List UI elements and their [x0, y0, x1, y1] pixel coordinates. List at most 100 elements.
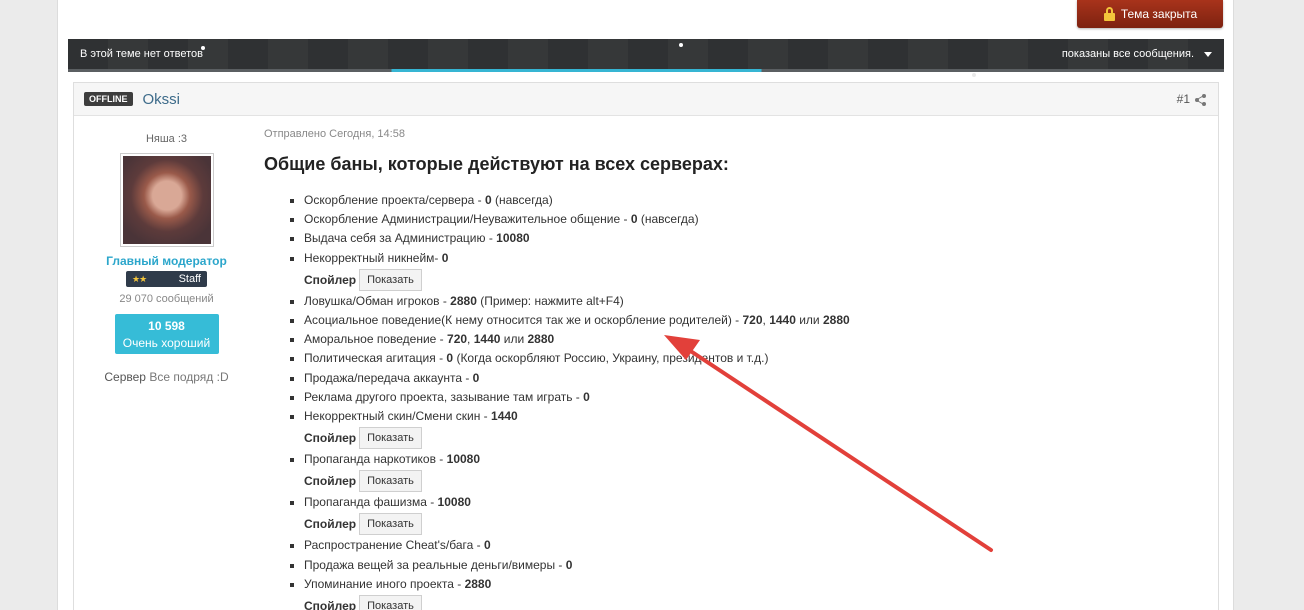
spoiler-label: Спойлер	[304, 474, 357, 489]
avatar-image	[122, 156, 211, 244]
ban-duration: 0	[583, 389, 590, 404]
ban-text: Распространение Cheat's/бага -	[304, 538, 484, 553]
author-name-link[interactable]: Okssi	[143, 91, 181, 108]
reputation-box: 10 598 Очень хороший	[114, 314, 219, 354]
ban-list-item: Упоминание иного проекта - 2880	[288, 575, 1204, 594]
spoiler-show-button[interactable]: Показать	[359, 427, 422, 450]
ban-list-item: Выдача себя за Администрацию - 10080	[288, 229, 1204, 248]
spoiler: Спойлер Показать	[288, 426, 1204, 450]
status-badge: OFFLINE	[84, 92, 133, 106]
ban-text: Ловушка/Обман игроков -	[304, 293, 451, 308]
ban-duration: 0	[472, 370, 480, 385]
ban-list-item: Оскорбление Администрации/Неуважительное…	[288, 210, 1204, 229]
ban-text: Оскорбление Администрации/Неуважительное…	[304, 212, 631, 227]
group-label: Staff	[178, 273, 201, 285]
ban-duration: 0	[483, 538, 491, 553]
ban-list-item: Оскорбление проекта/сервера - 0 (навсегд…	[288, 191, 1204, 210]
spoiler-label: Спойлер	[304, 517, 357, 532]
post-number[interactable]: #1	[1177, 92, 1206, 106]
post-count: 29 070 сообщений	[119, 293, 214, 305]
topic-closed-label: Тема закрыта	[1120, 7, 1198, 21]
ban-duration: 0	[565, 557, 573, 572]
server-label: Сервер	[104, 370, 146, 384]
ban-duration: 1440	[491, 408, 518, 423]
author-title: Няша :3	[145, 133, 188, 145]
ban-text: (Пример: нажмите alt+F4)	[476, 293, 624, 308]
ban-list-item: Аморальное поведение - 720, 1440 или 288…	[288, 330, 1204, 349]
ban-text: (навсегда)	[637, 212, 699, 227]
caret-down-icon	[1204, 51, 1212, 57]
post-filter-label: показаны все сообщения.	[1061, 48, 1194, 60]
ban-text: Некорректный скин/Смени скин -	[304, 408, 492, 423]
ban-duration: 2880	[464, 576, 492, 591]
server-info: Сервер Все подряд :D	[74, 370, 259, 384]
ban-text: Некорректный никнейм-	[304, 250, 442, 265]
ban-list-item: Реклама другого проекта, зазывание там и…	[288, 388, 1204, 407]
share-icon[interactable]	[1195, 93, 1206, 106]
ban-text: или	[500, 332, 528, 347]
star-icon: ★★	[132, 273, 147, 284]
ban-duration: 2880	[450, 293, 477, 308]
ban-list-item: Политическая агитация - 0 (Когда оскорбл…	[288, 349, 1204, 368]
topic-bar-accent-line	[68, 69, 1224, 72]
ban-duration: 720	[742, 312, 763, 327]
spoiler-label: Спойлер	[304, 272, 357, 287]
ban-duration: 1440	[769, 312, 796, 327]
author-info: Няша :3 Главный модератор ★★ Staff 29 07…	[74, 117, 259, 384]
ban-duration: 0	[441, 250, 449, 265]
ban-duration: 720	[447, 332, 468, 347]
ban-text: (навсегда)	[491, 193, 553, 207]
ban-text: Пропаганда наркотиков -	[304, 452, 447, 467]
ban-text: Асоциальное поведение(К нему относится т…	[304, 312, 743, 327]
ban-text: Продажа вещей за реальные деньги/вимеры …	[304, 557, 566, 572]
ban-text: Политическая агитация -	[304, 351, 447, 366]
ban-list-item: Асоциальное поведение(К нему относится т…	[288, 311, 1204, 330]
ban-text: Выдача себя за Администрацию -	[304, 231, 497, 246]
ban-duration: 10080	[446, 452, 481, 467]
decor-dot	[972, 73, 976, 77]
lock-icon	[1103, 7, 1116, 21]
spoiler: Спойлер Показать	[288, 512, 1204, 536]
ban-text: Реклама другого проекта, зазывание там и…	[304, 389, 584, 404]
avatar[interactable]	[119, 153, 214, 247]
spoiler-show-button[interactable]: Показать	[359, 595, 422, 610]
ban-list-item: Ловушка/Обман игроков - 2880 (Пример: на…	[288, 292, 1204, 311]
post-content: Отправлено Сегодня, 14:58 Общие баны, ко…	[264, 128, 1204, 610]
no-replies-text: В этой теме нет ответов	[80, 48, 203, 60]
post-heading: Общие баны, которые действуют на всех се…	[264, 154, 729, 174]
post-filter-dropdown[interactable]: показаны все сообщения.	[1062, 48, 1212, 60]
post-header: OFFLINE Okssi #1	[74, 83, 1218, 116]
spoiler-show-button[interactable]: Показать	[359, 268, 422, 291]
ban-duration: 2880	[527, 332, 555, 347]
ban-list-item: Некорректный никнейм- 0	[288, 249, 1204, 268]
topic-closed-button[interactable]: Тема закрыта	[1077, 0, 1223, 28]
ban-duration: 0	[484, 193, 492, 207]
post-number-label[interactable]: #1	[1177, 92, 1190, 106]
ban-duration: 1440	[473, 332, 501, 347]
spoiler-label: Спойлер	[304, 599, 357, 610]
ban-text: (Когда оскорбляют Россию, Украину, прези…	[453, 351, 769, 366]
ban-list-item: Пропаганда наркотиков - 10080	[288, 450, 1204, 469]
spoiler-show-button[interactable]: Показать	[359, 513, 422, 536]
ban-list-item: Пропаганда фашизма - 10080	[288, 493, 1204, 512]
spoiler: Спойлер Показать	[288, 594, 1204, 610]
decor-dot	[679, 43, 683, 47]
group-badge: ★★ Staff	[126, 271, 207, 287]
post: OFFLINE Okssi #1 Няша :3 Главный модерат…	[73, 82, 1219, 610]
ban-text: Аморальное поведение -	[304, 332, 448, 347]
ban-text: Пропаганда фашизма -	[304, 495, 438, 510]
ban-text: ,	[467, 332, 474, 347]
ban-text: или	[795, 312, 823, 327]
ban-duration: 10080	[437, 495, 471, 510]
spoiler: Спойлер Показать	[288, 268, 1204, 292]
spoiler: Спойлер Показать	[288, 469, 1204, 493]
ban-duration: 10080	[496, 231, 530, 246]
ban-duration: 2880	[822, 312, 850, 327]
ban-duration: 0	[630, 212, 638, 227]
post-timestamp: Отправлено Сегодня, 14:58	[264, 128, 405, 140]
spoiler-label: Спойлер	[304, 431, 357, 446]
ban-text: Упоминание иного проекта -	[304, 576, 465, 591]
ban-list-item: Продажа/передача аккаунта - 0	[288, 369, 1204, 388]
reputation-label: Очень хороший	[122, 335, 211, 350]
spoiler-show-button[interactable]: Показать	[359, 470, 422, 493]
